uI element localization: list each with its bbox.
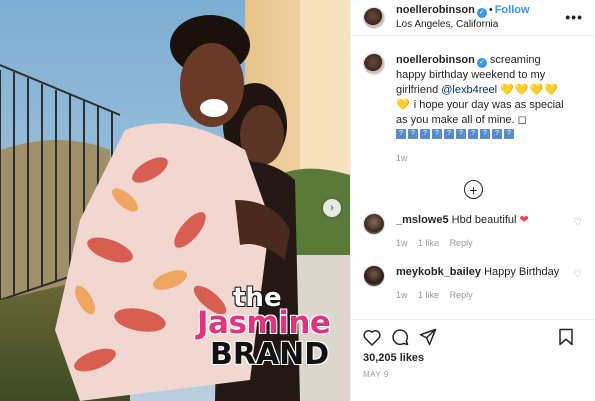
caption-row: noellerobinson ✓ screaming happy birthday… bbox=[363, 53, 584, 166]
post-location[interactable]: Los Angeles, California bbox=[396, 18, 530, 31]
load-more-comments[interactable]: + bbox=[363, 180, 584, 199]
emoji-box: ? bbox=[468, 129, 478, 139]
follow-button[interactable]: Follow bbox=[495, 4, 530, 16]
bookmark-icon[interactable] bbox=[558, 328, 574, 346]
post-photo: › the Jasmine BRAND bbox=[0, 0, 350, 401]
caption-mention[interactable]: @lexb4reel bbox=[441, 84, 497, 96]
comment-icon[interactable] bbox=[391, 328, 409, 346]
more-icon[interactable]: ••• bbox=[565, 9, 583, 25]
watermark-brand: BRAND bbox=[210, 337, 330, 372]
comment-time[interactable]: 1w bbox=[396, 238, 408, 248]
emoji-box: ? bbox=[444, 129, 454, 139]
share-icon[interactable] bbox=[419, 328, 437, 346]
emoji-box: ? bbox=[456, 129, 466, 139]
comment-meta: 1w 1 like Reply bbox=[396, 288, 566, 303]
post-date[interactable]: MAY 9 bbox=[363, 370, 584, 379]
comment-meta: 1w 1 like Reply bbox=[396, 236, 566, 251]
separator-dot: • bbox=[488, 4, 493, 16]
verified-icon: ✓ bbox=[476, 58, 487, 68]
post-sidebar: noellerobinson ✓ • Follow Los Angeles, Cali… bbox=[350, 0, 595, 401]
watermark-jasmine: Jasmine bbox=[197, 305, 331, 341]
chevron-right-icon: › bbox=[330, 202, 334, 214]
caption-emoji-boxes: ? ? ? ? ? ? ? ? ? ? bbox=[396, 129, 566, 139]
comment-text: Happy Birthday bbox=[484, 266, 560, 278]
red-heart-emoji: ❤ bbox=[519, 214, 529, 226]
comment-time[interactable]: 1w bbox=[396, 290, 408, 300]
heart-icon[interactable]: ♡ bbox=[573, 217, 582, 228]
author-avatar[interactable] bbox=[363, 6, 385, 29]
reply-button[interactable]: Reply bbox=[450, 238, 473, 248]
commenter-avatar[interactable] bbox=[363, 265, 385, 287]
reply-button[interactable]: Reply bbox=[450, 290, 473, 300]
emoji-box: ? bbox=[504, 129, 514, 139]
caption-text-end: i hope your day was as special as you ma… bbox=[396, 99, 564, 126]
emoji-box: ? bbox=[492, 129, 502, 139]
post-header: noellerobinson ✓ • Follow Los Angeles, Cali… bbox=[351, 0, 595, 36]
caption-username[interactable]: noellerobinson bbox=[396, 54, 475, 66]
comment-text: Hbd beautiful bbox=[451, 214, 517, 226]
carousel-next-button[interactable]: › bbox=[323, 199, 341, 217]
emoji-box: ? bbox=[420, 129, 430, 139]
comment-likes[interactable]: 1 like bbox=[418, 238, 439, 248]
heart-icon[interactable] bbox=[363, 329, 381, 346]
emoji-box: ? bbox=[480, 129, 490, 139]
plus-icon[interactable]: + bbox=[464, 180, 483, 199]
caption-time[interactable]: 1w bbox=[396, 153, 408, 163]
emoji-box: ? bbox=[432, 129, 442, 139]
caption-avatar[interactable] bbox=[363, 53, 385, 75]
comment-likes[interactable]: 1 like bbox=[418, 290, 439, 300]
post-actions: 30,205 likes MAY 9 bbox=[351, 319, 595, 379]
emoji-box: ? bbox=[408, 129, 418, 139]
heart-icon[interactable]: ♡ bbox=[573, 269, 582, 280]
comment-row: meykobk_bailey Happy Birthday 1w 1 like … bbox=[363, 265, 584, 303]
commenter-username[interactable]: _mslowe5 bbox=[396, 214, 449, 226]
commenter-avatar[interactable] bbox=[363, 213, 385, 235]
caption-meta: 1w bbox=[396, 151, 566, 166]
author-username[interactable]: noellerobinson bbox=[396, 4, 475, 16]
commenter-username[interactable]: meykobk_bailey bbox=[396, 266, 481, 278]
verified-icon: ✓ bbox=[476, 8, 487, 18]
comments-list[interactable]: noellerobinson ✓ screaming happy birthday… bbox=[351, 37, 595, 319]
emoji-box: ? bbox=[396, 129, 406, 139]
comment-row: _mslowe5 Hbd beautiful ❤ 1w 1 like Reply… bbox=[363, 213, 584, 251]
